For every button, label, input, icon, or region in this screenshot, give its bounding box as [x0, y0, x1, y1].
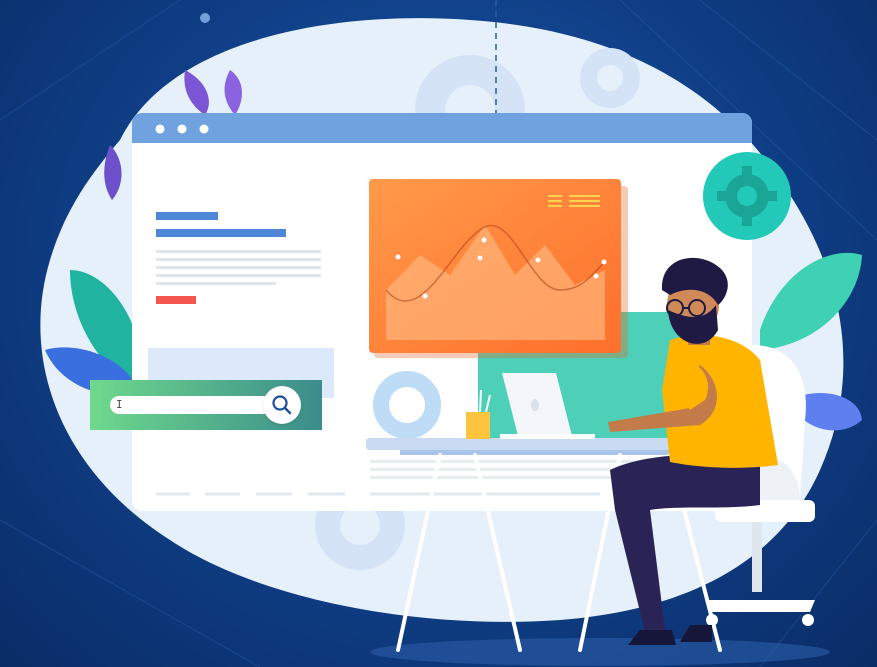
foreground-svg: [366, 252, 862, 666]
plant-leaf-right-teal: [760, 252, 862, 350]
laptop: [500, 373, 595, 439]
illustration-scene: I: [0, 0, 877, 667]
pencil-cup: [466, 389, 491, 439]
floor-shadow: [370, 638, 830, 666]
